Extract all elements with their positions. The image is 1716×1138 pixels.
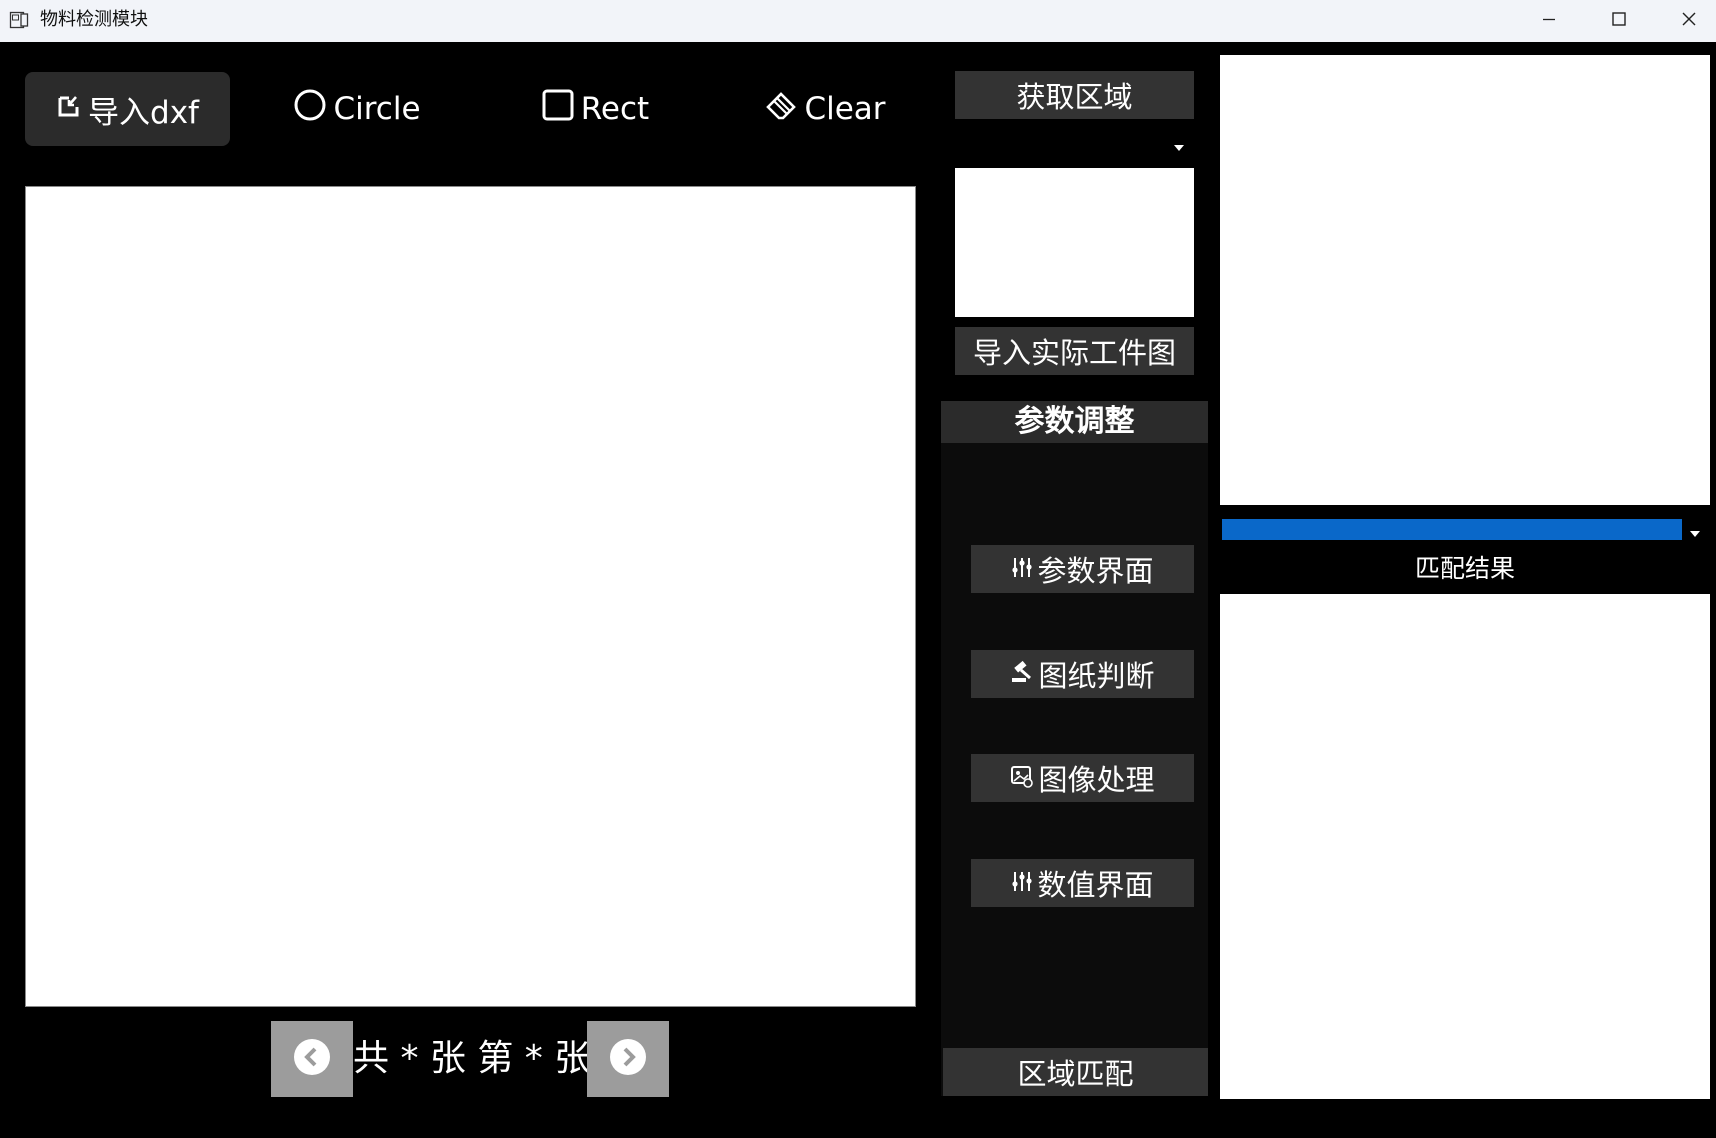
dxf-canvas[interactable] [25, 186, 916, 1007]
sliders-icon [1011, 552, 1033, 586]
template-preview [1220, 55, 1710, 505]
import-icon [56, 91, 82, 127]
image-process-icon [1010, 761, 1034, 795]
region-match-button[interactable]: 区域匹配 [943, 1048, 1208, 1096]
window-title: 物料检测模块 [40, 9, 148, 30]
next-page-button[interactable] [587, 1021, 669, 1097]
circle-tool-button[interactable]: Circle [282, 72, 432, 146]
clear-button[interactable]: Clear [745, 72, 905, 146]
param-ui-button[interactable]: 参数界面 [971, 545, 1194, 593]
close-button[interactable] [1654, 0, 1716, 42]
chevron-right-circle-icon [608, 1037, 648, 1081]
close-icon [1681, 11, 1697, 31]
drawing-judge-label: 图纸判断 [1038, 659, 1155, 693]
gavel-icon [1010, 657, 1034, 691]
rect-icon [541, 88, 575, 130]
match-result-label: 匹配结果 [1414, 554, 1515, 583]
region-preview [955, 168, 1194, 317]
rect-tool-button[interactable]: Rect [520, 72, 670, 146]
eraser-icon [764, 88, 798, 130]
value-ui-button[interactable]: 数值界面 [971, 859, 1194, 907]
clear-label: Clear [804, 91, 886, 127]
document-image-icon [9, 10, 29, 30]
circle-tool-label: Circle [333, 91, 421, 127]
image-process-button[interactable]: 图像处理 [971, 754, 1194, 802]
circle-icon [293, 88, 327, 130]
get-region-button[interactable]: 获取区域 [955, 71, 1194, 119]
param-header: 参数调整 [941, 401, 1208, 443]
dropdown-arrow-icon[interactable] [1688, 524, 1702, 537]
rect-tool-label: Rect [580, 91, 650, 127]
drawing-judge-button[interactable]: 图纸判断 [971, 650, 1194, 698]
match-result-view [1220, 594, 1710, 1099]
page-counter: 共 * 张 第 * 张 [353, 1038, 591, 1079]
sliders-icon [1011, 866, 1033, 900]
maximize-icon [1611, 11, 1627, 31]
import-dxf-button[interactable]: 导入dxf [25, 72, 230, 146]
minimize-button[interactable] [1514, 0, 1584, 42]
param-panel [941, 401, 1208, 1096]
import-dxf-label: 导入dxf [88, 94, 199, 131]
chevron-left-circle-icon [292, 1037, 332, 1081]
maximize-button[interactable] [1584, 0, 1654, 42]
previous-page-button[interactable] [271, 1021, 353, 1097]
image-process-label: 图像处理 [1038, 763, 1155, 797]
match-selector[interactable] [1222, 519, 1682, 540]
import-actual-image-button[interactable]: 导入实际工件图 [955, 327, 1194, 375]
param-ui-label: 参数界面 [1037, 554, 1154, 588]
minimize-icon [1541, 11, 1557, 31]
title-bar: 物料检测模块 [0, 0, 1716, 42]
value-ui-label: 数值界面 [1037, 868, 1154, 902]
dropdown-arrow-icon[interactable] [1172, 138, 1186, 151]
